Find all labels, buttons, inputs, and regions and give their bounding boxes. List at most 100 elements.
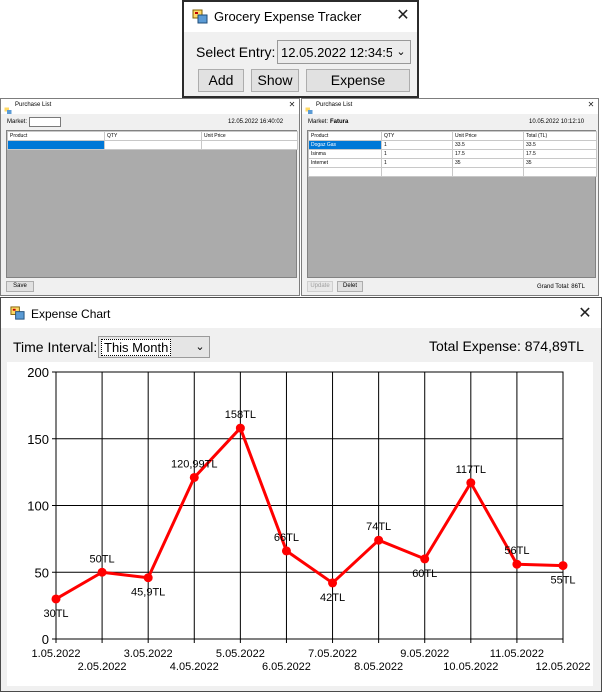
purchase-datetime: 10.05.2022 10:12:10	[529, 119, 585, 125]
select-entry-value: 12.05.2022 12:34:51	[281, 45, 401, 60]
app-icon	[192, 9, 208, 30]
save-button[interactable]: Save	[6, 281, 34, 292]
column-header[interactable]: Unit Price	[452, 131, 524, 141]
data-label: 56TL	[504, 545, 529, 557]
data-label: 66TL	[274, 532, 299, 544]
purchase-left-titlebar[interactable]: Purchase List ✕	[1, 99, 299, 114]
x-tick-label: 10.05.2022	[443, 661, 498, 673]
purchase-grid[interactable]: Product QTY Unit Price Total (TL) Dogaz …	[307, 130, 597, 278]
table-row[interactable]	[7, 140, 298, 150]
purchase-datetime: 12.05.2022 16:40:02	[228, 119, 284, 125]
x-tick-label: 12.05.2022	[535, 661, 590, 673]
x-tick-label: 11.05.2022	[490, 648, 544, 660]
close-icon[interactable]: ✕	[586, 100, 596, 109]
select-entry-dropdown[interactable]: 12.05.2022 12:34:51 ⌄	[277, 40, 411, 64]
table-row[interactable]: Isinma 1 17.5 17.5	[308, 149, 597, 159]
column-header[interactable]: Unit Price	[201, 131, 298, 141]
table-cell[interactable]: 35	[523, 158, 597, 168]
data-label: 60TL	[412, 568, 437, 580]
table-cell[interactable]	[104, 140, 202, 150]
y-tick-label: 150	[27, 432, 49, 447]
table-cell[interactable]: 1	[381, 140, 453, 150]
y-tick-label: 200	[27, 365, 49, 380]
expense-button[interactable]: Expense	[306, 69, 410, 92]
y-tick-label: 0	[42, 632, 49, 647]
app-icon	[305, 102, 313, 120]
expense-chart-title: Expense Chart	[31, 307, 111, 321]
data-point	[512, 559, 522, 569]
market-value[interactable]: Fatura	[330, 119, 348, 125]
time-interval-label: Time Interval:	[13, 339, 98, 355]
data-label: 158TL	[225, 409, 256, 421]
table-row[interactable]: Dogaz Gas 1 33.5 33.5	[308, 140, 597, 150]
table-cell[interactable]: Dogaz Gas	[308, 140, 382, 150]
update-button[interactable]: Update	[307, 281, 333, 292]
table-cell[interactable]: 17.5	[452, 149, 524, 159]
table-cell[interactable]: 17.5	[523, 149, 597, 159]
column-header[interactable]: QTY	[104, 131, 202, 141]
data-point	[235, 423, 245, 433]
x-tick-label: 3.05.2022	[124, 648, 173, 660]
data-label: 117TL	[456, 464, 486, 476]
y-tick-label: 100	[27, 499, 49, 514]
data-label: 50TL	[90, 553, 115, 565]
expense-chart-window: Expense Chart ✕ Time Interval: This Mont…	[0, 297, 602, 692]
column-header[interactable]: Total (TL)	[523, 131, 597, 141]
x-tick-label: 4.05.2022	[170, 661, 219, 673]
purchase-right-title: Purchase List	[316, 102, 353, 108]
chevron-down-icon: ⌄	[195, 340, 205, 353]
data-label: 42TL	[320, 592, 345, 604]
data-label: 30TL	[43, 608, 68, 620]
select-entry-label: Select Entry:	[196, 44, 276, 60]
grand-total: Grand Total: 86TL	[537, 284, 585, 290]
show-button[interactable]: Show	[251, 69, 299, 92]
x-tick-label: 6.05.2022	[262, 661, 311, 673]
tracker-window: Grocery Expense Tracker ✕ Select Entry: …	[182, 0, 419, 98]
close-icon[interactable]: ✕	[391, 5, 415, 24]
data-label: 74TL	[366, 521, 391, 533]
purchase-left-title: Purchase List	[15, 102, 52, 108]
series-line	[55, 426, 564, 601]
data-point	[328, 578, 338, 588]
table-cell[interactable]: 35	[452, 158, 524, 168]
table-cell[interactable]: 1	[381, 149, 453, 159]
purchase-right-titlebar[interactable]: Purchase List ✕	[302, 99, 598, 114]
close-icon[interactable]: ✕	[573, 303, 597, 322]
time-interval-dropdown[interactable]: This Month ⌄	[98, 336, 210, 358]
column-header[interactable]: Product	[7, 131, 105, 141]
x-tick-label: 8.05.2022	[354, 661, 403, 673]
table-header-row: Product QTY Unit Price Total (TL)	[308, 131, 597, 141]
data-point	[374, 535, 384, 545]
table-cell[interactable]	[201, 140, 298, 150]
expense-chart-titlebar[interactable]: Expense Chart ✕	[1, 298, 601, 328]
table-cell[interactable]: 33.5	[452, 140, 524, 150]
delete-button[interactable]: Delet	[337, 281, 363, 292]
data-label: 55TL	[550, 575, 575, 587]
tracker-title: Grocery Expense Tracker	[214, 9, 362, 24]
table-cell[interactable]: Isinma	[308, 149, 382, 159]
market-input[interactable]	[29, 117, 61, 127]
data-point	[97, 567, 107, 577]
column-header[interactable]: Product	[308, 131, 382, 141]
app-icon	[4, 102, 12, 120]
table-row[interactable]: Internet 1 35 35	[308, 158, 597, 168]
table-cell[interactable]: 1	[381, 158, 453, 168]
add-button[interactable]: Add	[198, 69, 244, 92]
purchase-grid[interactable]: Product QTY Unit Price	[6, 130, 298, 278]
market-label: Market:	[7, 119, 28, 125]
y-tick-label: 50	[35, 565, 49, 580]
table-row-new[interactable]	[308, 167, 597, 177]
column-header[interactable]: QTY	[381, 131, 453, 141]
table-cell[interactable]: 33.5	[523, 140, 597, 150]
purchase-list-window-right: Purchase List ✕ Market: Fatura 10.05.202…	[301, 98, 599, 296]
data-point	[51, 594, 61, 604]
tracker-titlebar[interactable]: Grocery Expense Tracker ✕	[184, 2, 417, 32]
x-tick-label: 5.05.2022	[216, 648, 265, 660]
close-icon[interactable]: ✕	[287, 100, 297, 109]
total-expense: Total Expense: 874,89TL	[429, 338, 584, 354]
table-cell[interactable]: Internet	[308, 158, 382, 168]
x-tick-label: 1.05.2022	[32, 648, 81, 660]
data-point	[143, 573, 153, 583]
table-cell-selected[interactable]	[7, 140, 105, 150]
data-point	[558, 561, 568, 571]
